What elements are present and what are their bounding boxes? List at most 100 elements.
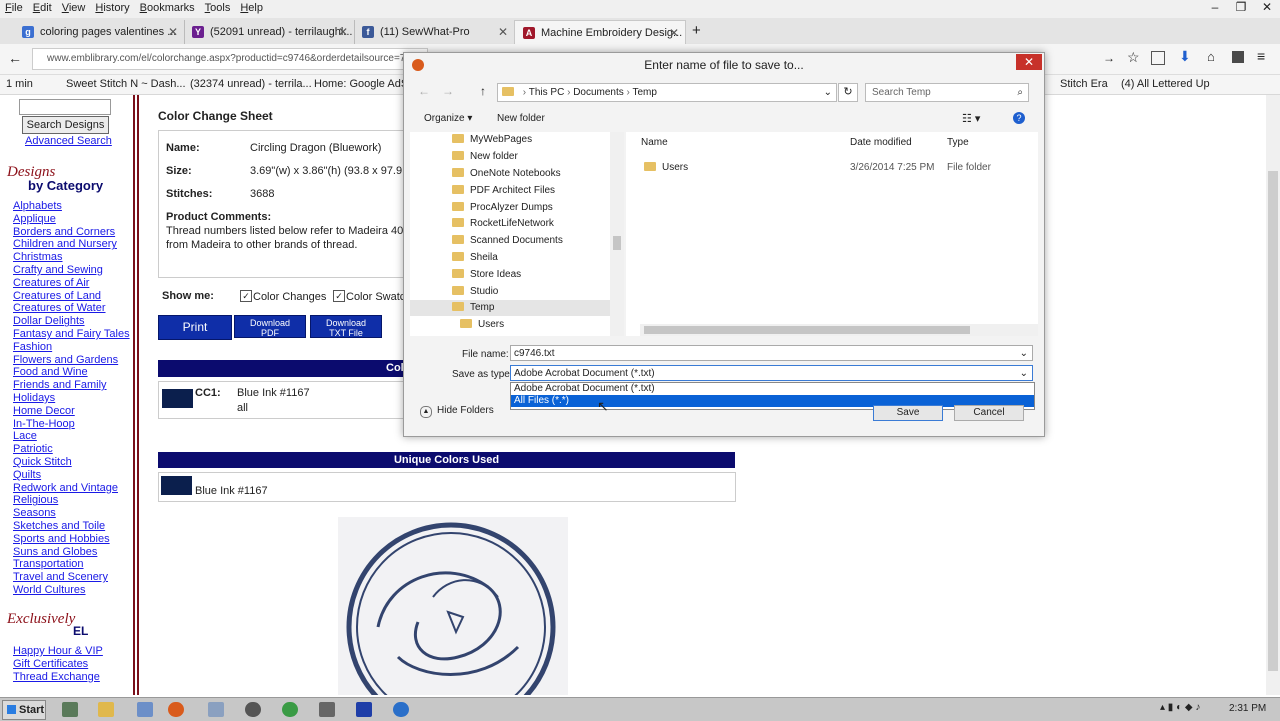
dialog-forward-icon[interactable]: → [442,84,454,98]
close-icon[interactable]: ✕ [168,25,178,39]
close-icon[interactable]: ✕ [498,25,508,39]
taskbar-app-icon[interactable] [356,702,372,717]
color-changes-checkbox[interactable]: ✓ [240,290,252,302]
column-date-modified[interactable]: Date modified [850,137,912,148]
dialog-path-bar[interactable]: › This PC › Documents › Temp ⌄ [497,83,837,102]
tree-item-procalyzer[interactable]: ProcAlyzer Dumps [452,200,553,216]
tree-scrollbar[interactable] [610,132,624,336]
download-pdf-button[interactable]: Download PDF [234,315,306,338]
category-home-decor[interactable]: Home Decor [13,405,130,418]
start-button[interactable]: Start [2,700,46,720]
dialog-back-icon[interactable]: ← [418,84,430,98]
menu-bookmarks[interactable]: Bookmarks [135,0,200,14]
tab-machine-embroidery[interactable]: A Machine Embroidery Desig... ✕ [514,20,686,45]
bookmark-yahoo[interactable]: (32374 unread) - terrila... [190,78,312,90]
category-dollar-delights[interactable]: Dollar Delights [13,315,130,328]
taskbar-app-icon[interactable] [319,702,335,717]
close-window-button[interactable]: ✕ [1254,0,1280,14]
thread-exchange-link[interactable]: Thread Exchange [13,671,103,684]
taskbar-app-icon[interactable] [62,702,78,717]
view-options-icon[interactable]: ☷ ▾ [962,112,980,125]
home-icon[interactable]: ⌂ [1207,49,1215,64]
download-arrow-icon[interactable]: ⬇ [1179,48,1191,65]
save-type-dropdown-icon[interactable]: ⌄ [1020,366,1028,382]
tab-coloring-pages[interactable]: g coloring pages valentines ... ✕ [14,20,185,44]
option-adobe-acrobat[interactable]: Adobe Acrobat Document (*.txt) [511,383,1034,395]
dialog-up-icon[interactable]: ↑ [480,84,486,98]
menu-tools[interactable]: Tools [200,0,236,14]
category-lace[interactable]: Lace [13,430,130,443]
menu-view[interactable]: View [57,0,91,14]
category-fashion[interactable]: Fashion [13,341,130,354]
breadcrumb-temp[interactable]: Temp [632,87,656,98]
category-applique[interactable]: Applique [13,213,130,226]
category-travel[interactable]: Travel and Scenery [13,571,130,584]
category-transportation[interactable]: Transportation [13,558,130,571]
color-swatches-checkbox[interactable]: ✓ [333,290,345,302]
new-tab-plus-icon[interactable]: + [692,22,701,39]
category-suns[interactable]: Suns and Globes [13,546,130,559]
url-bar[interactable]: www.emblibrary.com/el/colorchange.aspx?p… [32,48,428,70]
taskbar-app-icon[interactable] [208,702,224,717]
gift-certificates-link[interactable]: Gift Certificates [13,658,103,671]
print-button[interactable]: Print [158,315,232,340]
category-sketches[interactable]: Sketches and Toile [13,520,130,533]
organize-button[interactable]: Organize ▾ [424,113,472,124]
category-creatures-land[interactable]: Creatures of Land [13,290,130,303]
category-sports[interactable]: Sports and Hobbies [13,533,130,546]
file-name-input[interactable]: c9746.txt ⌄ [510,345,1033,361]
cancel-button[interactable]: Cancel [954,405,1024,421]
dialog-search-box[interactable]: Search Temp ⌕ [865,83,1029,102]
tray-icons[interactable]: ▴ ▮ ◐ ◆ ♪ [1160,702,1200,713]
minimize-button[interactable]: – [1202,0,1228,14]
bookmark-all-lettered-up[interactable]: (4) All Lettered Up [1121,78,1210,90]
refresh-icon[interactable]: ↻ [838,83,858,102]
happy-hour-link[interactable]: Happy Hour & VIP [13,645,103,658]
category-creatures-air[interactable]: Creatures of Air [13,277,130,290]
help-icon[interactable]: ? [1013,112,1025,124]
file-list-hscrollbar-thumb[interactable] [644,326,970,334]
addon-icon[interactable] [1232,51,1244,63]
column-name[interactable]: Name [641,137,668,148]
menu-file[interactable]: File [0,0,28,14]
tree-scrollbar-thumb[interactable] [613,236,621,250]
close-icon[interactable]: ✕ [338,25,348,39]
category-quick-stitch[interactable]: Quick Stitch [13,456,130,469]
category-patriotic[interactable]: Patriotic [13,443,130,456]
category-alphabets[interactable]: Alphabets [13,200,130,213]
page-scrollbar[interactable] [1266,95,1280,695]
clock[interactable]: 2:31 PM [1229,703,1266,714]
hamburger-menu-icon[interactable]: ≡ [1257,48,1265,64]
category-redwork[interactable]: Redwork and Vintage [13,482,130,495]
category-food[interactable]: Food and Wine [13,366,130,379]
dialog-close-button[interactable]: ✕ [1016,54,1042,70]
taskbar-app-icon[interactable] [245,702,261,717]
search-designs-button[interactable]: Search Designs [22,116,109,134]
tree-item-store-ideas[interactable]: Store Ideas [452,267,521,283]
category-creatures-water[interactable]: Creatures of Water [13,302,130,315]
menu-history[interactable]: History [90,0,134,14]
save-type-select[interactable]: Adobe Acrobat Document (*.txt) ⌄ [510,365,1033,381]
taskbar-chrome-icon[interactable] [282,702,298,717]
page-scrollbar-thumb[interactable] [1268,171,1278,671]
category-religious[interactable]: Religious [13,494,130,507]
tree-item-new-folder[interactable]: New folder [452,149,518,165]
tree-item-mywebpages[interactable]: MyWebPages [452,132,532,148]
category-world-cultures[interactable]: World Cultures [13,584,130,597]
tree-item-onenote[interactable]: OneNote Notebooks [452,166,561,182]
tree-item-pdf-architect[interactable]: PDF Architect Files [452,183,555,199]
taskbar-firefox-icon[interactable] [168,702,184,717]
category-in-the-hoop[interactable]: In-The-Hoop [13,418,130,431]
category-friends[interactable]: Friends and Family [13,379,130,392]
tree-item-studio[interactable]: Studio [452,284,498,300]
tree-item-temp[interactable]: Temp [410,300,610,316]
taskbar-app-icon[interactable] [137,702,153,717]
bookmark-1min[interactable]: 1 min [6,78,33,90]
breadcrumb-documents[interactable]: Documents [573,87,624,98]
tab-yahoo-mail[interactable]: Y (52091 unread) - terrilaughl... ✕ [184,20,355,44]
file-row-users[interactable]: Users 3/26/2014 7:25 PM File folder [640,160,1020,176]
menu-edit[interactable]: Edit [28,0,57,14]
new-folder-button[interactable]: New folder [497,113,545,124]
menu-help[interactable]: Help [235,0,268,14]
taskbar-app-icon[interactable] [393,702,409,717]
